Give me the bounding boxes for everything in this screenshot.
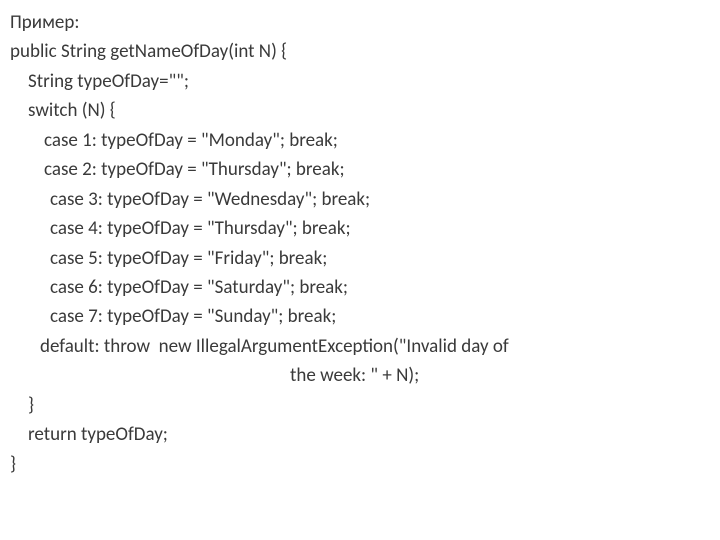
code-line-case-2: case 2: typeOfDay = "Thursday"; break; (10, 155, 710, 184)
code-line-var-decl: String typeOfDay=""; (10, 67, 710, 96)
code-line-switch: switch (N) { (10, 96, 710, 125)
code-line-return: return typeOfDay; (10, 420, 710, 449)
code-line-case-4: case 4: typeOfDay = "Thursday"; break; (10, 214, 710, 243)
code-line-heading: Пример: (10, 8, 710, 37)
code-line-default-cont: the week: " + N); (10, 361, 710, 390)
code-line-case-5: case 5: typeOfDay = "Friday"; break; (10, 244, 710, 273)
code-line-method-sig: public String getNameOfDay(int N) { (10, 37, 710, 66)
code-line-case-3: case 3: typeOfDay = "Wednesday"; break; (10, 185, 710, 214)
code-line-method-close: } (10, 450, 710, 479)
code-line-case-1: case 1: typeOfDay = "Monday"; break; (10, 126, 710, 155)
code-line-case-7: case 7: typeOfDay = "Sunday"; break; (10, 302, 710, 331)
code-line-case-6: case 6: typeOfDay = "Saturday"; break; (10, 273, 710, 302)
code-line-default: default: throw new IllegalArgumentExcept… (10, 332, 710, 361)
code-line-switch-close: } (10, 391, 710, 420)
